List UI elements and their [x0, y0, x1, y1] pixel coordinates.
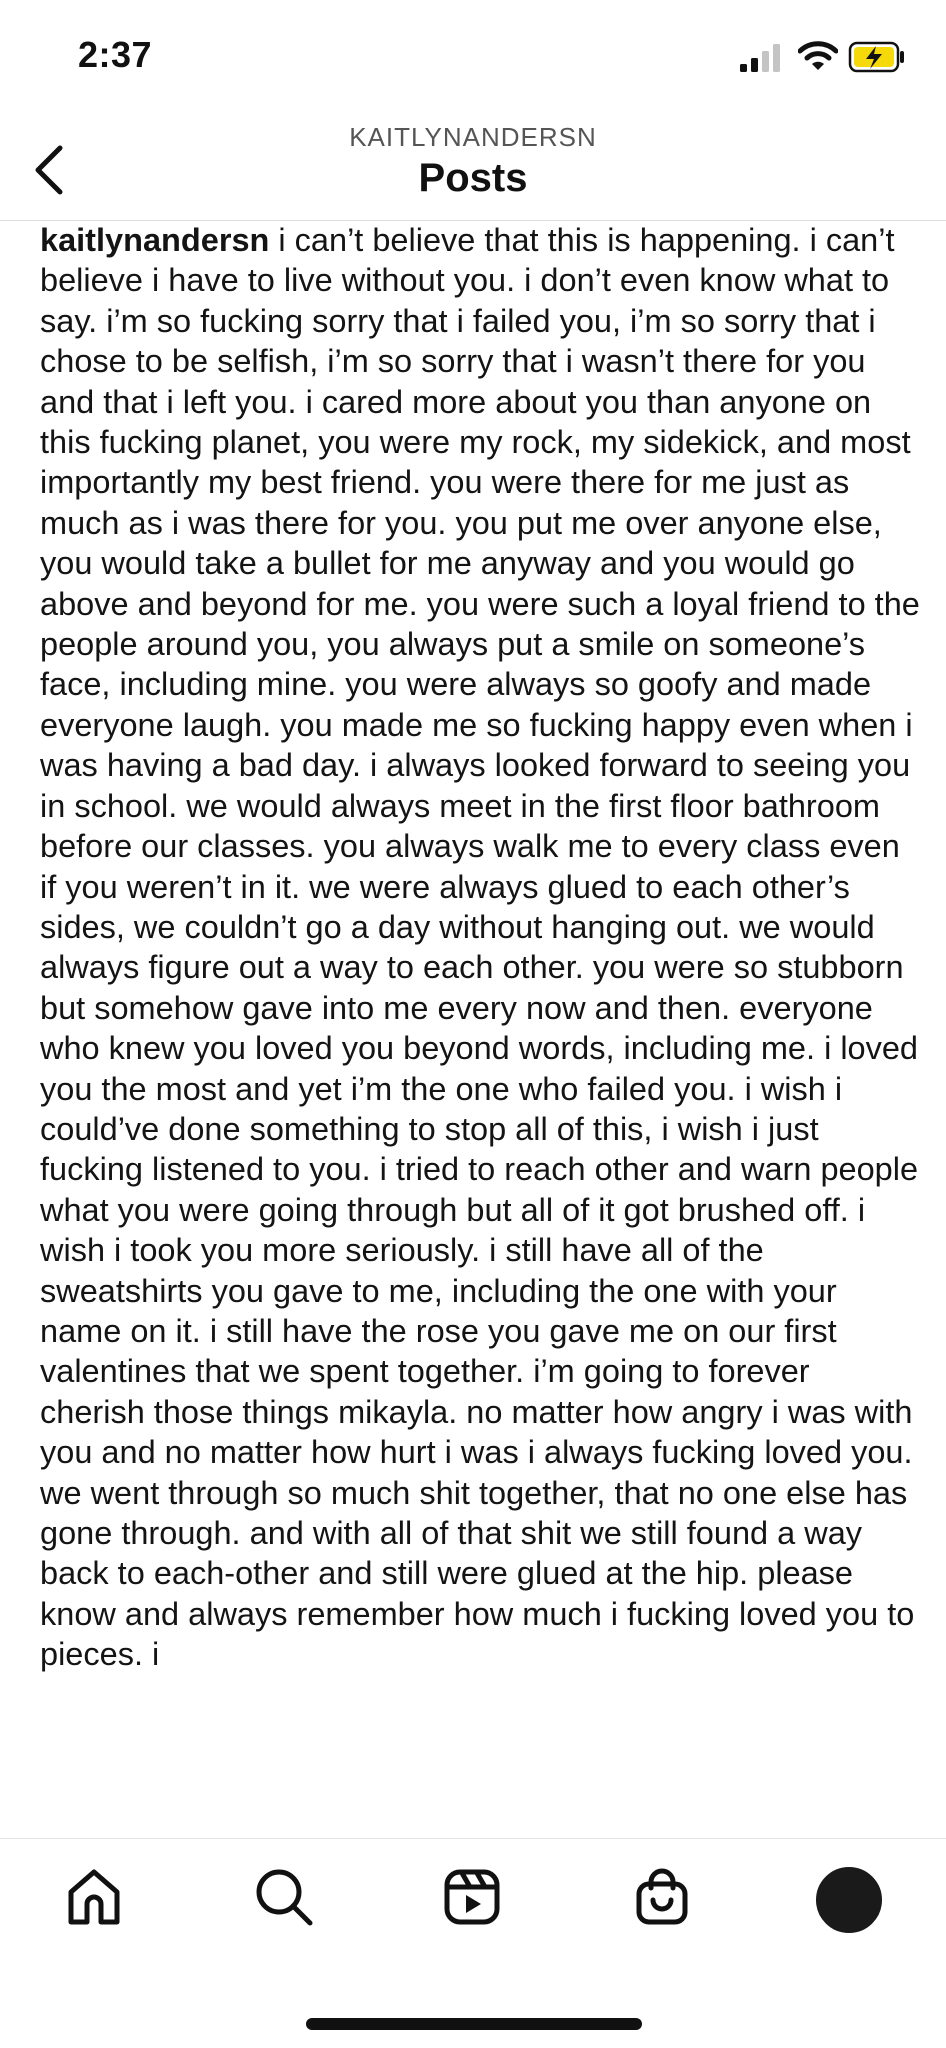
header-username: KAITLYNANDERSN — [349, 122, 597, 152]
cellular-signal-icon — [740, 44, 780, 72]
posts-header: KAITLYNANDERSN Posts — [0, 110, 946, 221]
tab-shop[interactable] — [624, 1859, 700, 1935]
battery-charging-icon — [848, 41, 904, 73]
caption-username[interactable]: kaitlynandersn — [40, 222, 269, 258]
tab-search[interactable] — [246, 1859, 322, 1935]
status-time: 2:37 — [78, 34, 153, 75]
tab-reels[interactable] — [434, 1859, 510, 1935]
bottom-tab-bar — [0, 1838, 946, 1963]
tab-home[interactable] — [56, 1859, 132, 1935]
shop-icon — [636, 1868, 688, 1925]
caption-text: i can’t believe that this is happening. … — [40, 222, 920, 1673]
page-title: Posts — [418, 156, 528, 200]
wifi-icon — [798, 41, 838, 70]
status-bar: 2:37 — [0, 0, 946, 110]
post-caption: kaitlynandersn i can’t believe that this… — [40, 220, 920, 1830]
home-indicator[interactable] — [306, 2018, 642, 2030]
profile-avatar[interactable] — [816, 1867, 882, 1933]
reels-icon — [444, 1869, 500, 1925]
home-icon — [68, 1869, 120, 1925]
search-icon — [256, 1869, 313, 1926]
